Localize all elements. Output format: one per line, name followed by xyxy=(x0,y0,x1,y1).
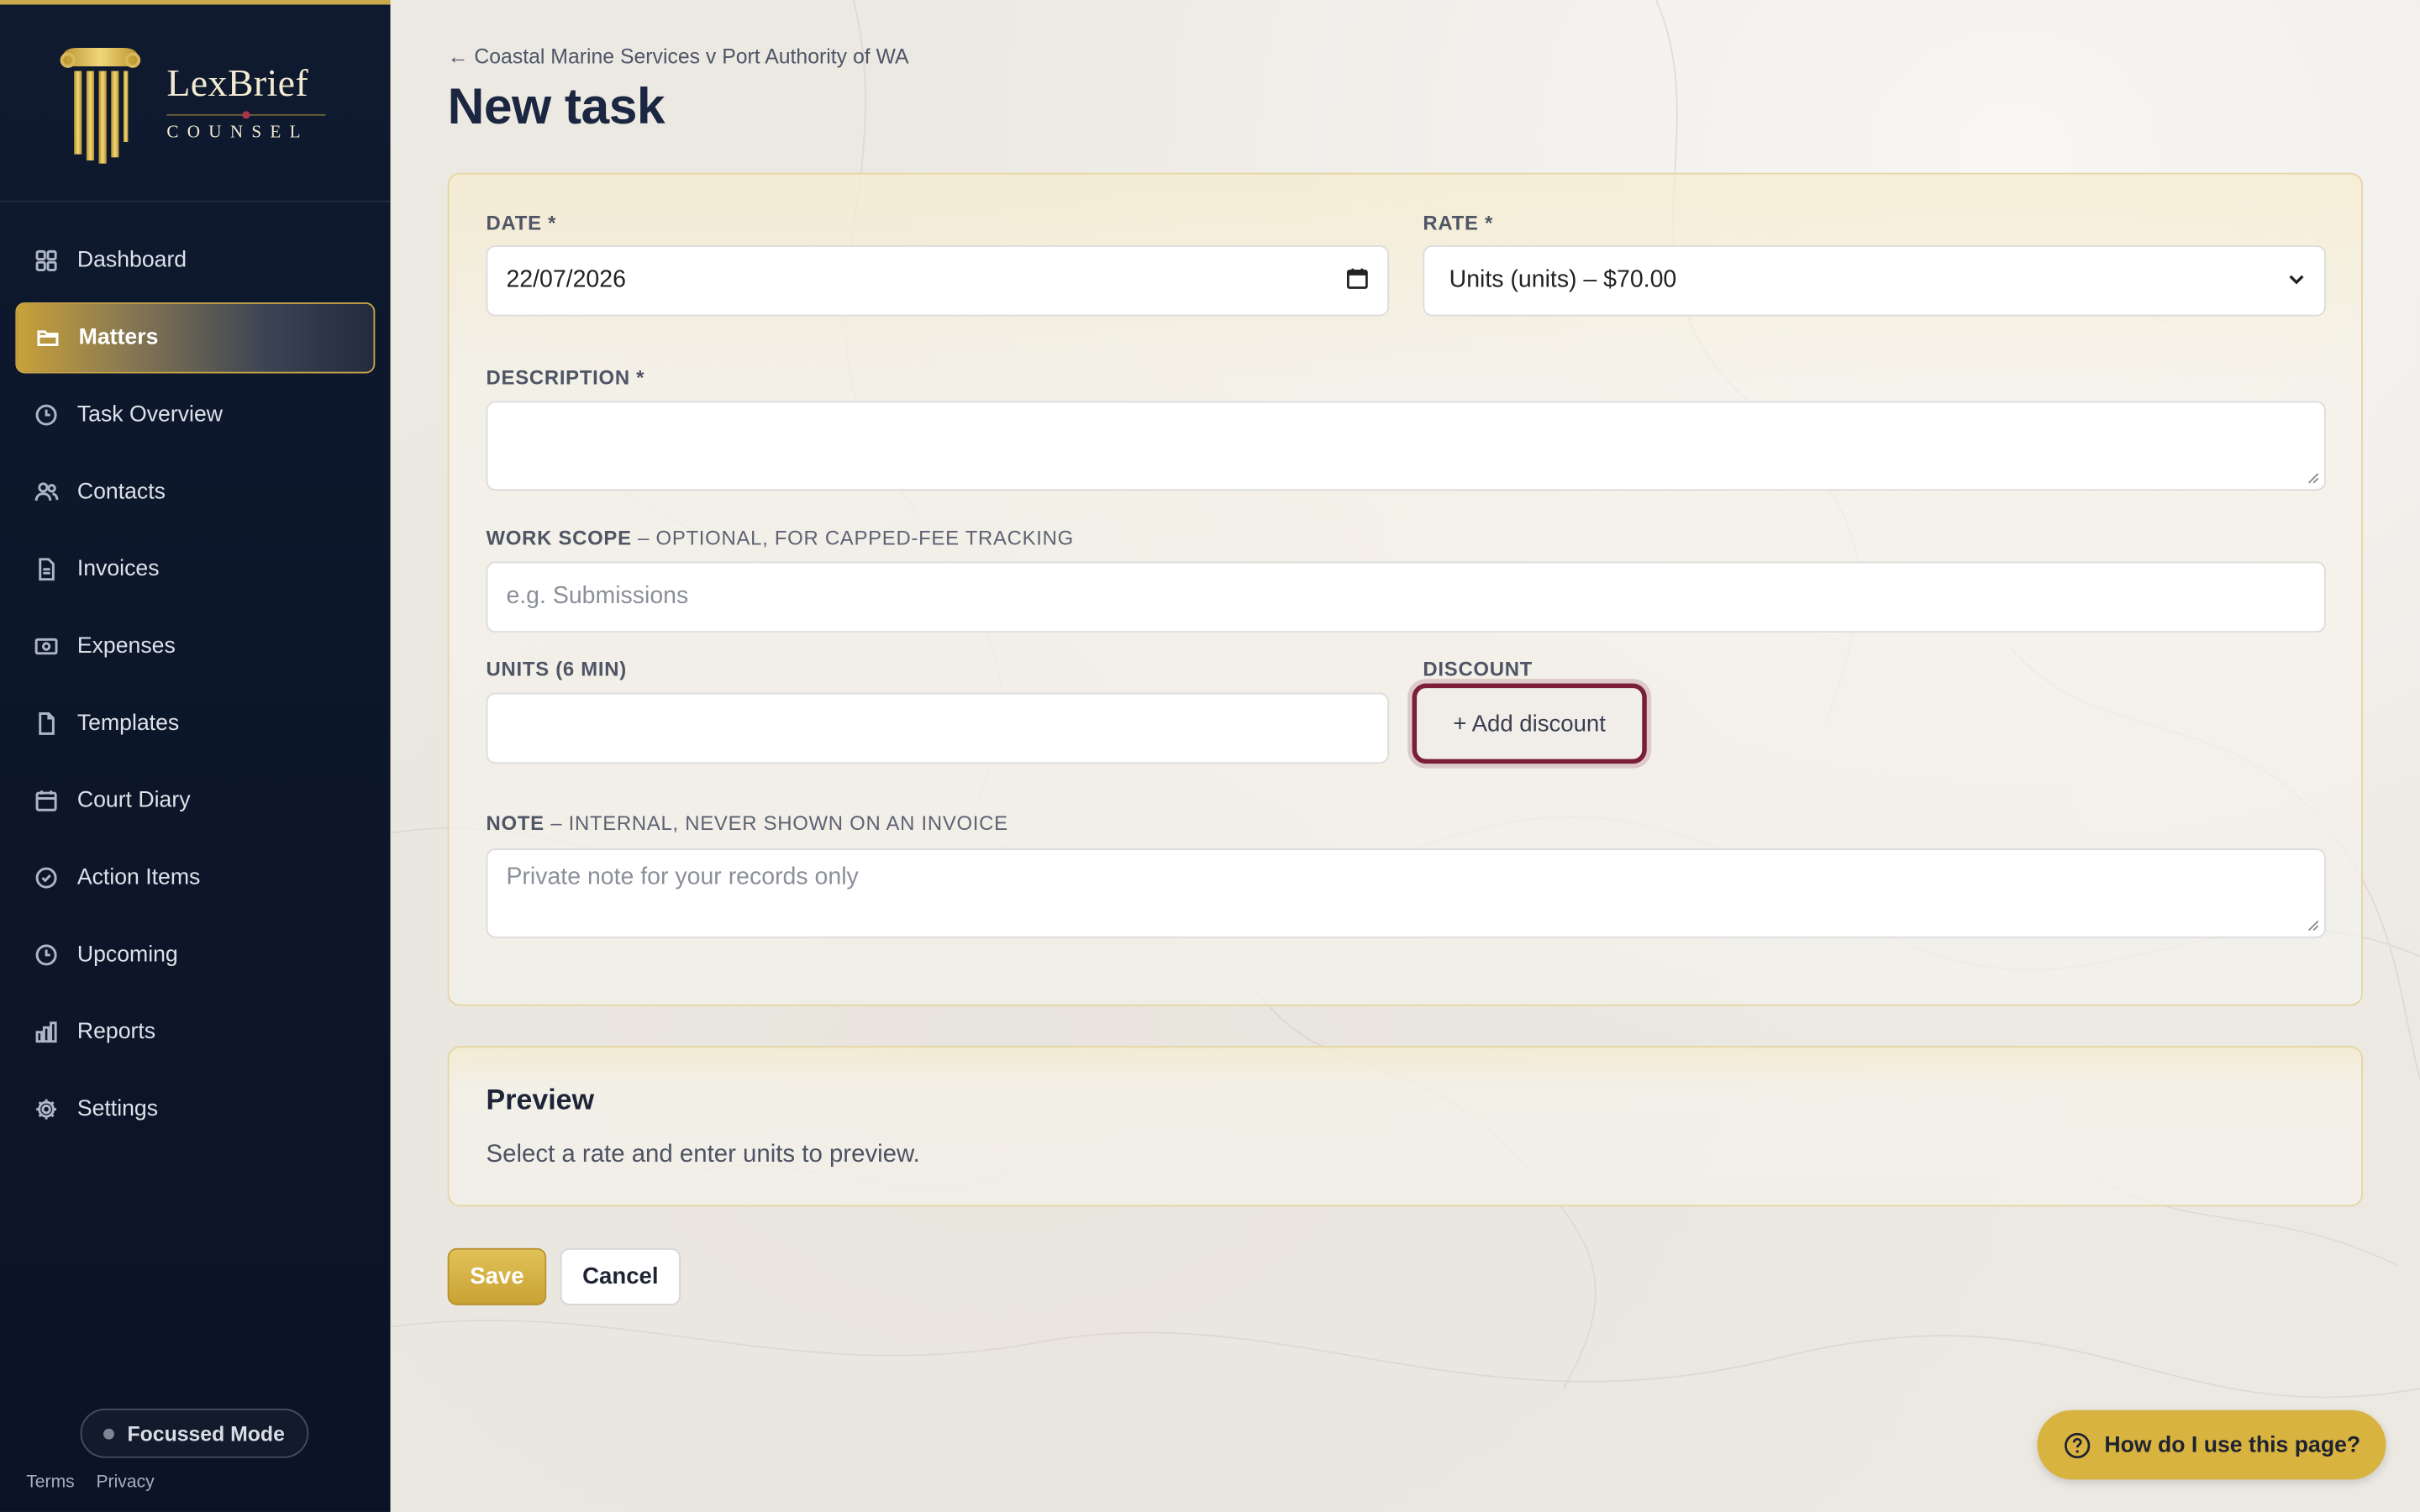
chevron-down-icon xyxy=(2289,275,2304,285)
calendar-icon xyxy=(35,790,57,811)
grid-icon xyxy=(35,249,57,271)
help-label: How do I use this page? xyxy=(2104,1432,2361,1457)
note-label-text: NOTE xyxy=(486,811,544,835)
cancel-button[interactable]: Cancel xyxy=(560,1247,681,1305)
note-hint: – INTERNAL, NEVER SHOWN ON AN INVOICE xyxy=(544,811,1008,835)
preview-text: Select a rate and enter units to preview… xyxy=(486,1142,920,1168)
sidebar-item-label: Settings xyxy=(76,1096,159,1122)
focus-mode-label: Focussed Mode xyxy=(127,1421,285,1446)
date-field[interactable]: 22/07/2026 xyxy=(486,245,1390,317)
sidebar-item-templates[interactable]: Templates xyxy=(15,688,375,759)
rate-select[interactable]: Units (units) – $70.00 xyxy=(1423,245,2326,317)
work-scope-label: WORK SCOPE – OPTIONAL, FOR CAPPED-FEE TR… xyxy=(487,526,1074,549)
folder-icon xyxy=(37,330,59,346)
status-dot-icon xyxy=(103,1427,115,1439)
preview-card: Preview Select a rate and enter units to… xyxy=(447,1046,2363,1207)
resize-handle-icon[interactable] xyxy=(2307,920,2320,932)
breadcrumb[interactable]: ← Coastal Marine Services v Port Authori… xyxy=(448,45,909,68)
privacy-link[interactable]: Privacy xyxy=(96,1473,154,1492)
sidebar-item-label: Invoices xyxy=(76,557,160,582)
brand-name: LexBrief xyxy=(166,63,309,105)
document-icon xyxy=(39,558,55,581)
gear-icon xyxy=(36,1099,57,1120)
sidebar-item-matters[interactable]: Matters xyxy=(15,302,376,374)
sidebar-item-reports[interactable]: Reports xyxy=(15,997,375,1068)
focus-mode-toggle[interactable]: Focussed Mode xyxy=(80,1408,309,1458)
work-scope-hint: – OPTIONAL, FOR CAPPED-FEE TRACKING xyxy=(631,526,1074,549)
help-button[interactable]: How do I use this page? xyxy=(2037,1410,2386,1480)
users-icon xyxy=(34,482,59,501)
description-label: DESCRIPTION * xyxy=(486,365,645,389)
sidebar-item-label: Action Items xyxy=(76,865,201,890)
sidebar-item-label: Templates xyxy=(76,711,180,737)
calendar-icon[interactable] xyxy=(1346,267,1370,291)
sidebar-item-action-items[interactable]: Action Items xyxy=(15,843,375,913)
page-title: New task xyxy=(447,76,666,134)
add-discount-button[interactable]: + Add discount xyxy=(1412,683,1647,764)
sidebar-item-label: Reports xyxy=(76,1020,156,1045)
work-scope-label-text: WORK SCOPE xyxy=(486,526,632,549)
units-label: UNITS (6 MIN) xyxy=(486,657,627,680)
pillar-logo-icon xyxy=(60,47,141,164)
question-circle-icon xyxy=(2064,1431,2090,1458)
sidebar-item-expenses[interactable]: Expenses xyxy=(15,611,375,681)
sidebar: LexBrief COUNSEL Dashboard Matters Task … xyxy=(0,0,391,1512)
sidebar-item-contacts[interactable]: Contacts xyxy=(15,457,375,528)
sidebar-nav: Dashboard Matters Task Overview Contacts… xyxy=(0,225,391,1151)
sidebar-item-label: Contacts xyxy=(76,480,166,505)
task-form-card: DATE * 22/07/2026 RATE * Units (units) –… xyxy=(447,172,2363,1006)
sidebar-item-settings[interactable]: Settings xyxy=(15,1074,375,1144)
terms-link[interactable]: Terms xyxy=(26,1473,75,1492)
brand-logo[interactable]: LexBrief COUNSEL xyxy=(0,5,391,202)
footer-links: Terms Privacy xyxy=(26,1473,154,1492)
sidebar-item-label: Upcoming xyxy=(76,942,178,968)
sidebar-item-court-diary[interactable]: Court Diary xyxy=(15,765,375,836)
preview-title: Preview xyxy=(486,1083,595,1116)
date-value: 22/07/2026 xyxy=(506,266,626,293)
sidebar-item-label: Matters xyxy=(78,325,159,350)
discount-label: DISCOUNT xyxy=(1423,657,1534,680)
sidebar-item-label: Expenses xyxy=(76,633,176,659)
clock-icon xyxy=(35,944,57,966)
file-icon xyxy=(39,712,55,735)
sidebar-item-task-overview[interactable]: Task Overview xyxy=(15,380,375,450)
units-input[interactable] xyxy=(486,692,1390,764)
sidebar-item-label: Dashboard xyxy=(76,248,187,274)
resize-handle-icon[interactable] xyxy=(2307,472,2320,485)
sidebar-item-label: Task Overview xyxy=(76,402,224,428)
check-circle-icon xyxy=(35,867,57,889)
sidebar-item-invoices[interactable]: Invoices xyxy=(15,533,375,604)
brand-dot xyxy=(242,111,250,119)
save-button[interactable]: Save xyxy=(447,1247,547,1305)
rate-label: RATE * xyxy=(1423,211,1494,235)
date-label: DATE * xyxy=(486,211,557,235)
sidebar-item-upcoming[interactable]: Upcoming xyxy=(15,920,375,990)
banknote-icon xyxy=(34,638,58,655)
sidebar-item-dashboard[interactable]: Dashboard xyxy=(15,225,375,296)
note-textarea[interactable]: Private note for your records only xyxy=(486,848,2326,938)
work-scope-input[interactable]: e.g. Submissions xyxy=(486,561,2326,633)
sidebar-item-label: Court Diary xyxy=(76,788,191,813)
rate-value: Units (units) – $70.00 xyxy=(1449,266,1677,293)
brand-sub: COUNSEL xyxy=(166,123,309,142)
clock-icon xyxy=(35,404,57,426)
work-scope-placeholder: e.g. Submissions xyxy=(506,583,689,610)
description-textarea[interactable] xyxy=(486,401,2326,491)
note-label: NOTE – INTERNAL, NEVER SHOWN ON AN INVOI… xyxy=(487,811,1008,835)
note-placeholder: Private note for your records only xyxy=(506,864,859,890)
main-content: ← Coastal Marine Services v Port Authori… xyxy=(390,0,2420,1512)
bar-chart-icon xyxy=(35,1021,57,1043)
